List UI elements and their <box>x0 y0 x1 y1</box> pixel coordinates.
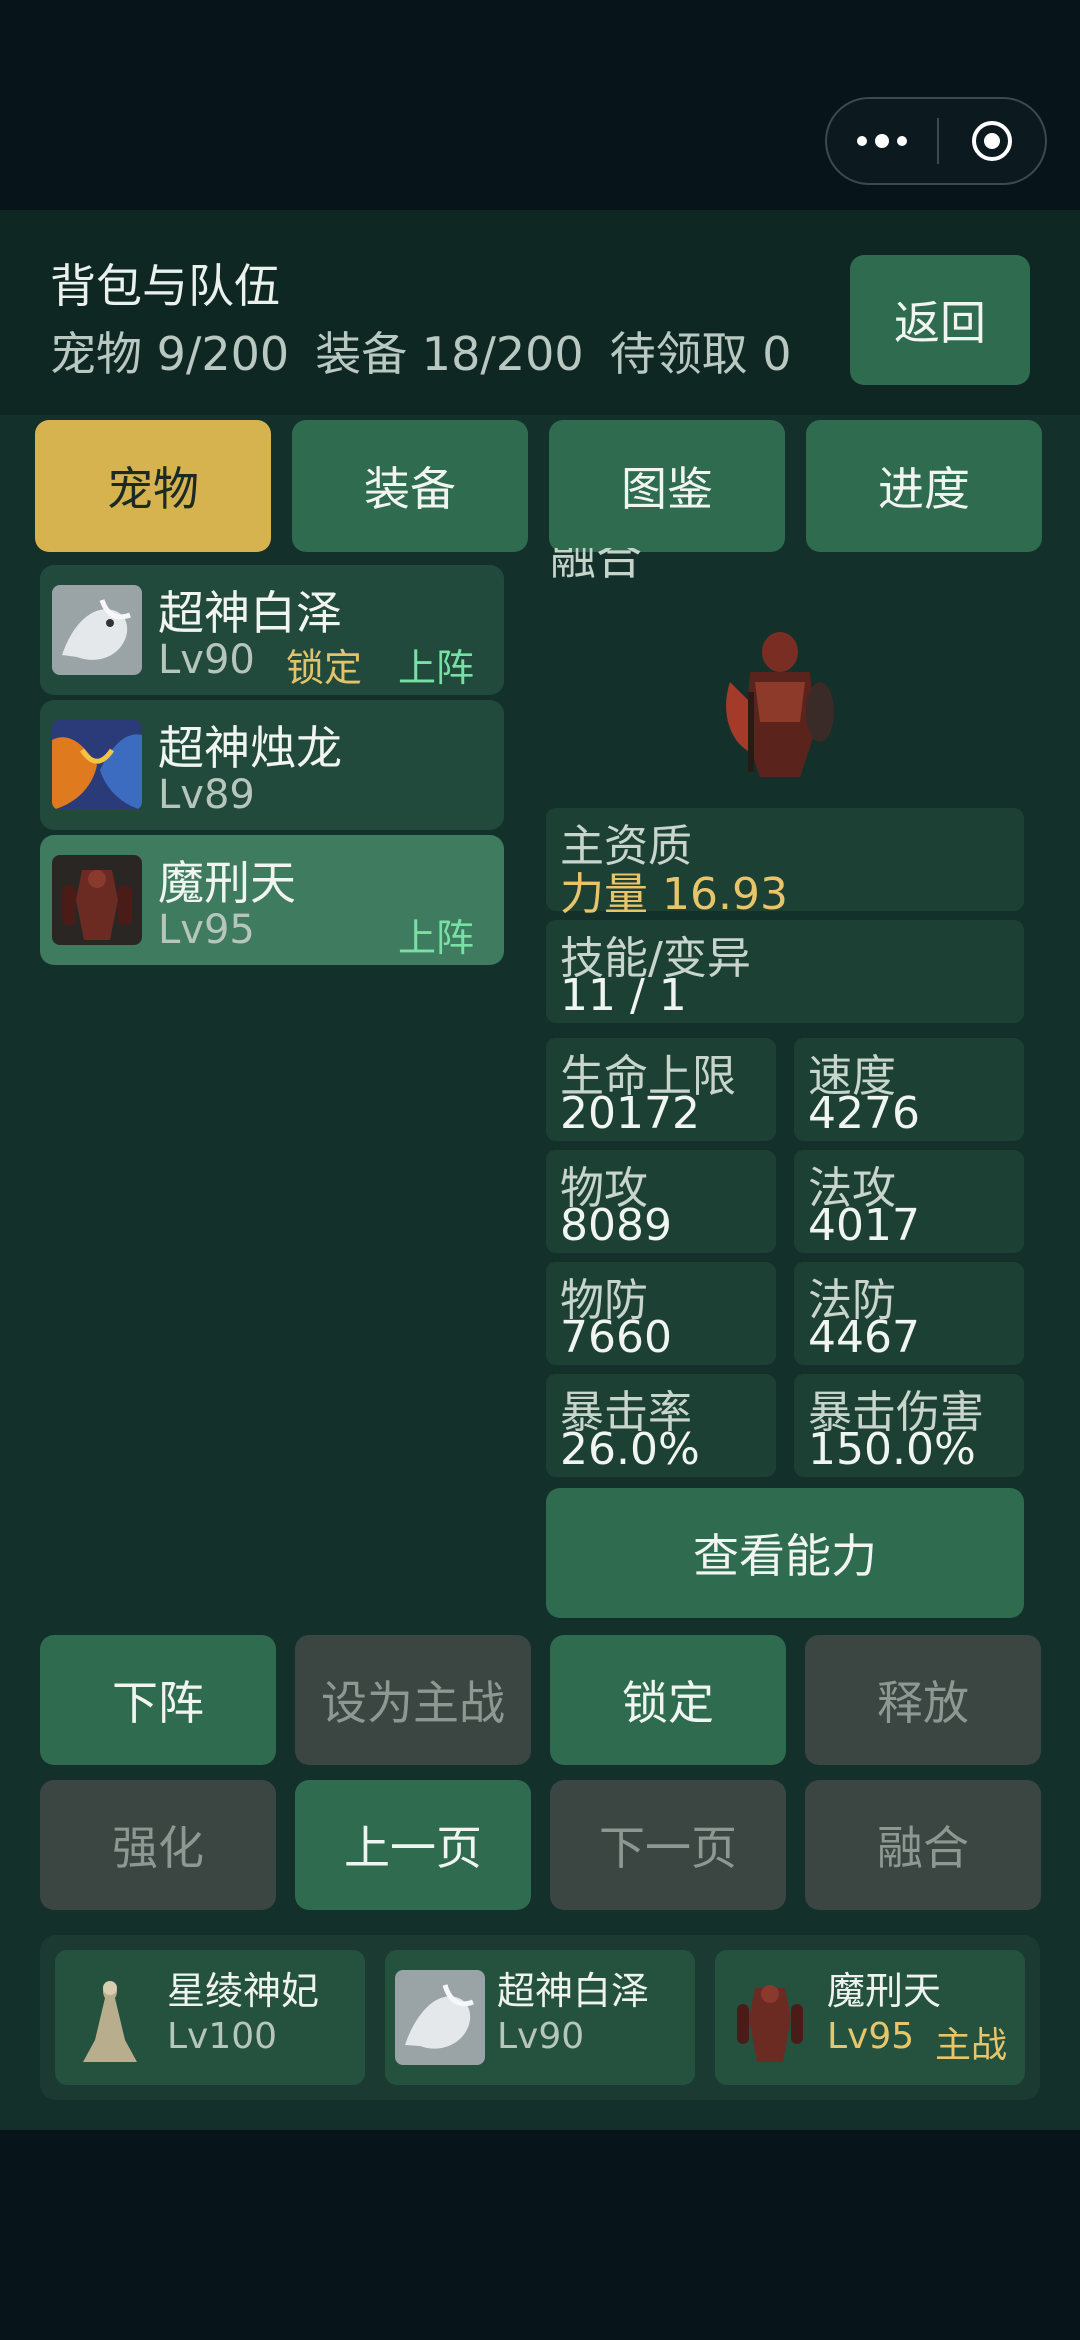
stat-phys-atk: 物攻 8089 <box>546 1150 776 1253</box>
prev-page-button[interactable]: 上一页 <box>295 1780 531 1910</box>
tab-progress[interactable]: 进度 <box>806 420 1042 552</box>
team-pet-name: 星绫神妃 <box>167 1969 320 2013</box>
goddess-icon <box>65 1970 155 2065</box>
team-slot[interactable]: 超神白泽 Lv90 <box>385 1950 695 2085</box>
deployed-badge: 上阵 <box>397 646 474 690</box>
skills-value: 11 / 1 <box>560 970 687 1021</box>
pet-name: 超神白泽 <box>158 586 342 640</box>
deployed-badge: 上阵 <box>397 916 474 960</box>
stat-hp: 生命上限 20172 <box>546 1038 776 1141</box>
tab-pets[interactable]: 宠物 <box>35 420 271 552</box>
more-icon[interactable] <box>827 99 937 183</box>
team-pet-name: 魔刑天 <box>827 1969 942 2013</box>
white-dragon-icon <box>52 585 142 675</box>
stat-speed: 速度 4276 <box>794 1038 1024 1141</box>
lock-button[interactable]: 锁定 <box>550 1635 786 1765</box>
enhance-button[interactable]: 强化 <box>40 1780 276 1910</box>
warrior-icon <box>52 855 142 945</box>
pet-level: Lv95 <box>158 907 255 953</box>
close-target-icon[interactable] <box>939 121 1045 161</box>
pet-list-item[interactable]: 超神白泽 Lv90 锁定 上阵 <box>40 565 504 695</box>
pet-level: Lv89 <box>158 772 255 818</box>
fire-dragon-icon <box>52 720 142 810</box>
team-pet-name: 超神白泽 <box>497 1969 650 2013</box>
undeploy-button[interactable]: 下阵 <box>40 1635 276 1765</box>
pet-portrait <box>720 622 840 782</box>
detail-title-partial: 融合 <box>550 548 642 578</box>
view-ability-button[interactable]: 查看能力 <box>546 1488 1024 1618</box>
pending-count: 待领取 0 <box>609 327 792 381</box>
tab-equipment[interactable]: 装备 <box>292 420 528 552</box>
main-quality-box: 主资质 力量 16.93 <box>546 808 1024 920</box>
main-battle-badge: 主战 <box>934 2025 1007 2066</box>
bottom-area <box>0 2130 1080 2340</box>
stat-crit-rate: 暴击率 26.0% <box>546 1374 776 1477</box>
mini-program-capsule <box>825 97 1047 185</box>
team-pet-level: Lv95 <box>827 2016 915 2057</box>
team-pet-level: Lv100 <box>167 2016 278 2057</box>
white-dragon-icon <box>395 1970 485 2065</box>
equip-count: 装备 18/200 <box>315 327 584 381</box>
fuse-button[interactable]: 融合 <box>805 1780 1041 1910</box>
inventory-summary: 宠物 9/200 装备 18/200 待领取 0 <box>50 318 818 384</box>
stat-mag-def: 法防 4467 <box>794 1262 1024 1365</box>
back-button[interactable]: 返回 <box>850 255 1030 385</box>
release-button[interactable]: 释放 <box>805 1635 1041 1765</box>
pet-level: Lv90 <box>158 637 255 683</box>
page-title: 背包与队伍 <box>50 259 280 313</box>
stat-mag-atk: 法攻 4017 <box>794 1150 1024 1253</box>
tab-codex[interactable]: 图鉴 <box>549 420 785 552</box>
stat-crit-damage: 暴击伤害 150.0% <box>794 1374 1024 1477</box>
main-quality-value: 力量 16.93 <box>560 869 788 920</box>
team-slot[interactable]: 星绫神妃 Lv100 <box>55 1950 365 2085</box>
pet-name: 超神烛龙 <box>158 721 342 775</box>
team-pet-level: Lv90 <box>497 2016 585 2057</box>
locked-badge: 锁定 <box>286 646 363 690</box>
stat-phys-def: 物防 7660 <box>546 1262 776 1365</box>
set-main-button[interactable]: 设为主战 <box>295 1635 531 1765</box>
next-page-button[interactable]: 下一页 <box>550 1780 786 1910</box>
skills-box: 技能/变异 11 / 1 <box>546 920 1024 1023</box>
team-slot-main[interactable]: 魔刑天 Lv95 主战 <box>715 1950 1025 2085</box>
warrior-icon <box>725 1970 815 2065</box>
pet-name: 魔刑天 <box>158 856 296 910</box>
pets-count: 宠物 9/200 <box>50 327 290 381</box>
pet-list-item-selected[interactable]: 魔刑天 Lv95 上阵 <box>40 835 504 965</box>
pet-list-item[interactable]: 超神烛龙 Lv89 <box>40 700 504 830</box>
